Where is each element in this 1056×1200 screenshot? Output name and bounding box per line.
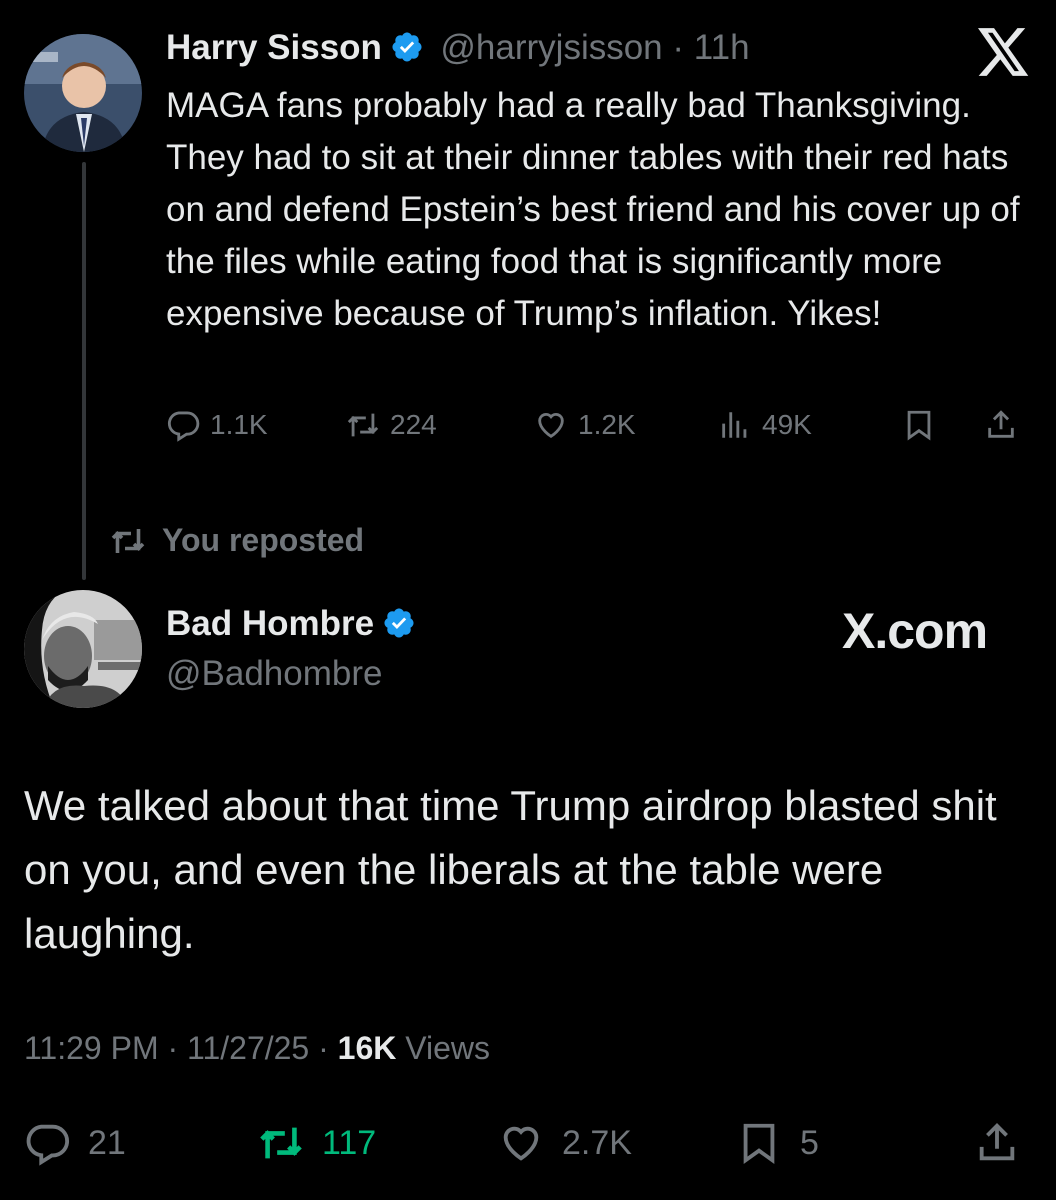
tweet-time[interactable]: 11h — [694, 28, 750, 67]
reply-author-handle[interactable]: @Badhombre — [166, 654, 382, 694]
views-count: 16K — [337, 1030, 397, 1066]
separator-dot: · — [158, 1030, 188, 1066]
like-button[interactable]: 1.2K — [534, 408, 636, 442]
separator-dot: · — [662, 28, 694, 67]
repost-icon — [111, 528, 145, 553]
like-icon — [503, 1126, 539, 1161]
share-icon — [979, 1123, 1015, 1161]
like-button[interactable]: 2.7K — [498, 1120, 632, 1166]
author-name[interactable]: Harry Sisson — [166, 28, 382, 67]
bookmark-icon — [743, 1123, 775, 1164]
repost-indicator: You reposted — [110, 522, 364, 559]
x-logo-icon — [978, 28, 1030, 76]
reply-time[interactable]: 11:29 PM — [24, 1030, 159, 1066]
reply-actions: 21 117 2.7K 5 — [24, 1120, 1034, 1172]
reply-icon — [167, 411, 200, 442]
repost-count: 117 — [322, 1123, 377, 1162]
reply-header: Bad Hombre — [166, 604, 416, 644]
avatar-bad-hombre[interactable] — [24, 590, 142, 708]
share-button[interactable] — [974, 1120, 1038, 1166]
bookmark-icon — [907, 410, 931, 441]
views-icon — [722, 412, 747, 438]
xcom-watermark: X.com — [842, 603, 988, 659]
repost-button[interactable]: 117 — [258, 1120, 376, 1166]
like-count: 1.2K — [578, 409, 636, 440]
repost-icon — [260, 1127, 302, 1159]
tweet-actions: 1.1K 224 1.2K 49K — [166, 408, 1026, 458]
bookmark-count: 5 — [800, 1123, 819, 1162]
bookmark-button[interactable]: 5 — [736, 1120, 819, 1166]
tweet-text: MAGA fans probably had a really bad Than… — [166, 86, 1020, 333]
share-icon — [988, 410, 1014, 438]
verified-badge-icon — [390, 30, 424, 64]
tweet-metadata: 11:29 PM · 11/27/25 · 16K Views — [24, 1030, 490, 1067]
separator-dot: · — [309, 1030, 338, 1066]
thread-connector-line — [82, 162, 86, 580]
repost-icon — [347, 413, 379, 437]
reply-icon — [26, 1124, 69, 1166]
bookmark-button[interactable] — [902, 408, 946, 442]
repost-label: You reposted — [162, 522, 365, 558]
tweet-header: Harry Sisson @harryjsisson · 11h — [166, 28, 750, 68]
like-icon — [538, 413, 564, 439]
author-handle[interactable]: @harryjsisson — [440, 28, 662, 67]
verified-badge-icon — [382, 606, 416, 640]
repost-count: 224 — [390, 409, 437, 440]
repost-button[interactable]: 224 — [346, 408, 437, 442]
reply-count: 1.1K — [210, 409, 268, 440]
like-count: 2.7K — [562, 1123, 632, 1162]
reply-date[interactable]: 11/27/25 — [187, 1030, 309, 1066]
reply-text: We talked about that time Trump airdrop … — [24, 782, 997, 957]
reply-author-name[interactable]: Bad Hombre — [166, 604, 374, 643]
avatar-harry-sisson[interactable] — [24, 34, 142, 152]
views-button[interactable]: 49K — [718, 408, 812, 442]
share-button[interactable] — [984, 408, 1028, 442]
views-count: 49K — [762, 409, 812, 440]
views-label: Views — [405, 1030, 491, 1066]
reply-count: 21 — [88, 1123, 126, 1162]
reply-button[interactable]: 21 — [24, 1120, 126, 1166]
reply-button[interactable]: 1.1K — [166, 408, 268, 442]
